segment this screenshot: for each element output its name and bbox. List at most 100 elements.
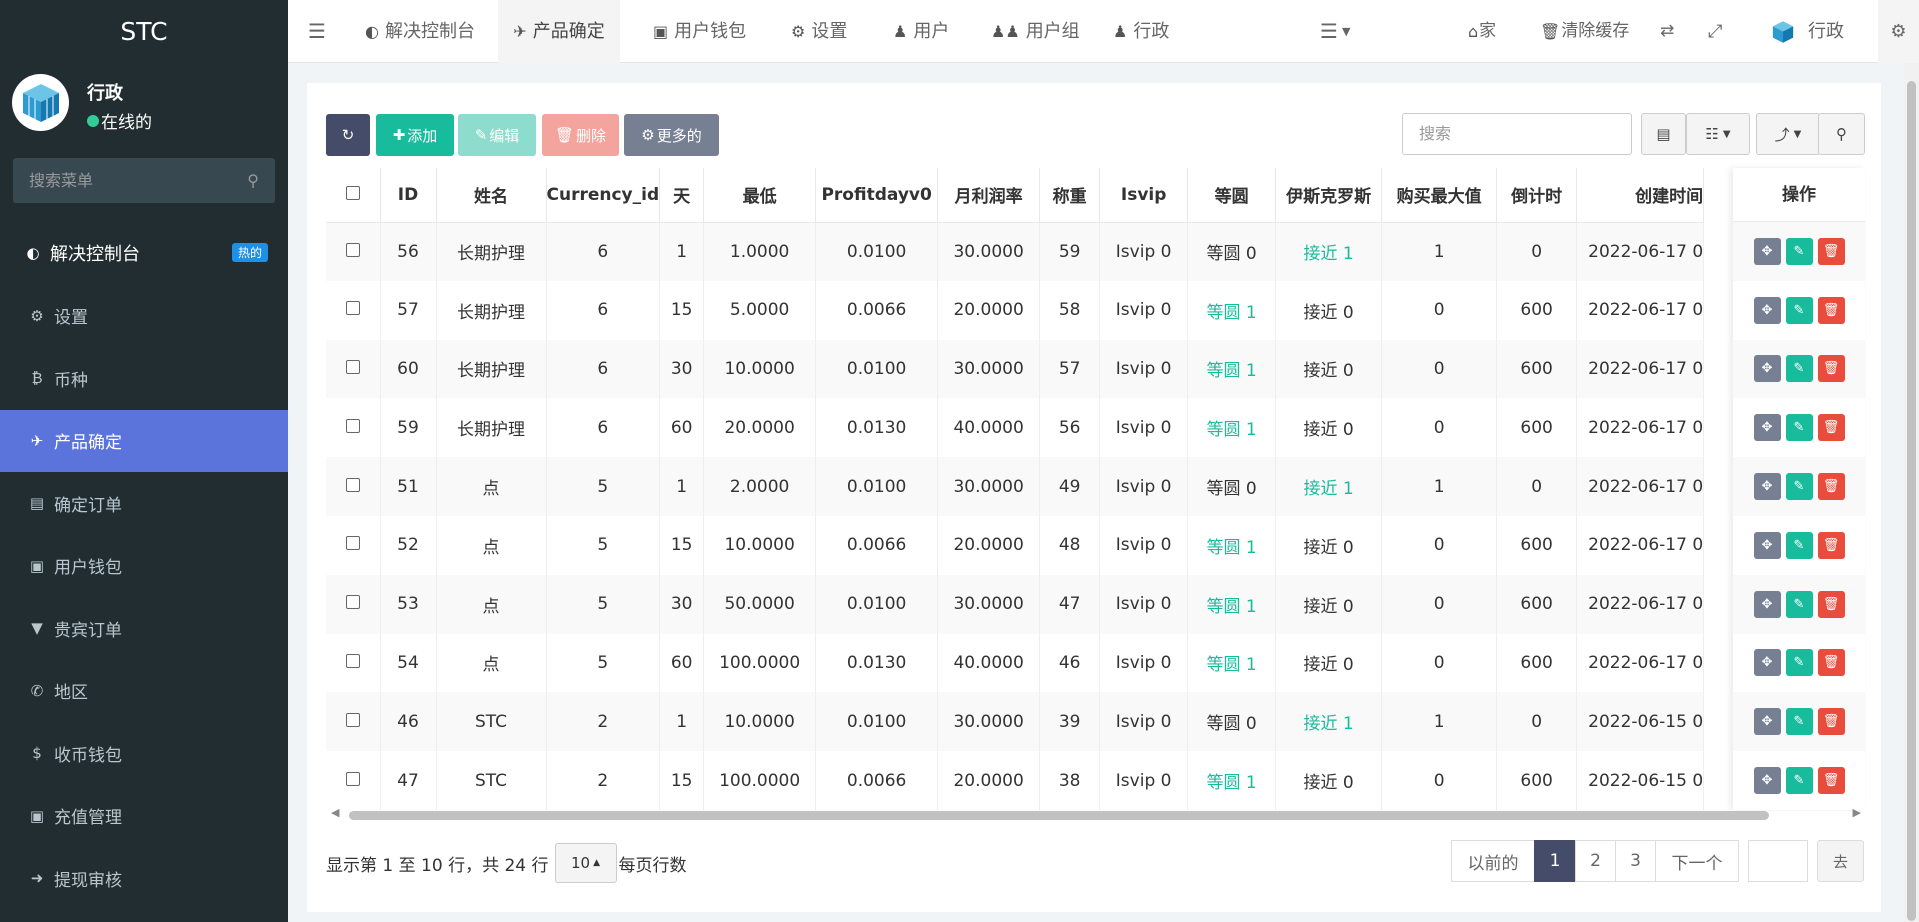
tab-settings[interactable]: ⚙ 设置 [791,0,847,63]
page-button[interactable]: 3 [1615,840,1656,882]
checkbox[interactable] [345,301,360,316]
edit-pencil-icon[interactable]: ✎ [1785,767,1813,795]
table-row[interactable]: 52 点 5 15 10.0000 0.0066 20.0000 48 Isvip 0 等圆 1接… [326,515,1705,575]
more-button[interactable]: ⚙ 更多的 [624,114,719,156]
horizontal-scrollbar[interactable]: ◀ ▶ [331,806,1861,822]
drag-move-icon[interactable]: ✥ [1753,531,1781,559]
drag-move-icon[interactable]: ✥ [1753,414,1781,442]
drag-move-icon[interactable]: ✥ [1753,296,1781,324]
edit-pencil-icon[interactable]: ✎ [1785,355,1813,383]
table-search-input[interactable]: 搜索 [1402,113,1632,155]
checkbox[interactable] [345,595,360,610]
column-header[interactable]: 天 [659,168,705,223]
sidebar-item-product[interactable]: ✈ 产品确定 [0,409,288,472]
toggle-view-button[interactable]: ▤ [1641,113,1686,155]
table-row[interactable]: 53 点 5 30 50.0000 0.0100 30.0000 47 Isvip 0 等圆 1接… [326,574,1705,634]
row-checkbox-cell[interactable] [326,280,381,340]
row-checkbox-cell[interactable] [326,751,381,810]
checkbox[interactable] [345,771,360,786]
next-page-button[interactable]: 下一个 [1655,840,1739,882]
edit-pencil-icon[interactable]: ✎ [1785,414,1813,442]
edit-button[interactable]: ✎ 编辑 [458,114,536,156]
vertical-scrollbar[interactable] [1904,63,1919,922]
delete-trash-icon[interactable]: 🗑 [1817,708,1845,736]
checkbox[interactable] [345,536,360,551]
edit-pencil-icon[interactable]: ✎ [1785,473,1813,501]
table-row[interactable]: 46 STC 2 1 10.0000 0.0100 30.0000 39 Isvip 0 等圆 0… [326,692,1705,752]
fullscreen-icon[interactable]: ⤢ [1708,0,1722,63]
table-row[interactable]: 59 长期护理 6 60 20.0000 0.0130 40.0000 56 Isvip 0 等圆… [326,398,1705,458]
sidebar-item-user-wallet[interactable]: ▣ 用户钱包 [0,535,288,598]
tab-dashboard[interactable]: ◐ 解决控制台 [365,0,490,63]
edit-pencil-icon[interactable]: ✎ [1785,237,1813,265]
table-row[interactable]: 47 STC 2 15 100.0000 0.0066 20.0000 38 Isvip 0 等圆… [326,751,1705,810]
sidebar-item-recharge[interactable]: ▣ 充值管理 [0,785,288,848]
drag-move-icon[interactable]: ✥ [1753,473,1781,501]
tab-user[interactable]: ♟ 用户 [893,0,949,63]
more-tabs-dropdown[interactable]: ☰ ▼ [1320,0,1350,63]
column-header[interactable]: 创建时间 [1576,168,1705,223]
row-checkbox-cell[interactable] [326,574,381,634]
columns-dropdown[interactable]: ☷ ▼ [1686,113,1750,155]
search-button[interactable]: ⚲ [1818,113,1865,155]
tab-user-group[interactable]: ♟♟ 用户组 [991,0,1080,63]
column-header[interactable]: 称重 [1039,168,1101,223]
drag-move-icon[interactable]: ✥ [1753,708,1781,736]
row-checkbox-cell[interactable] [326,692,381,752]
drag-move-icon[interactable]: ✥ [1753,237,1781,265]
row-checkbox-cell[interactable] [326,222,381,281]
checkbox[interactable] [345,242,360,257]
checkbox[interactable] [345,418,360,433]
drag-move-icon[interactable]: ✥ [1753,767,1781,795]
sidebar-item-vip-orders[interactable]: ▼ 贵宾订单 [0,597,288,660]
sidebar-item-dashboard[interactable]: ◐ 解决控制台 热的 [0,222,288,285]
delete-trash-icon[interactable]: 🗑 [1817,590,1845,618]
edit-pencil-icon[interactable]: ✎ [1785,531,1813,559]
column-header[interactable]: 倒计时 [1496,168,1578,223]
row-checkbox-cell[interactable] [326,339,381,399]
page-button[interactable]: 1 [1534,840,1576,882]
checkbox[interactable] [345,712,360,727]
admin-menu[interactable]: 行政 [1770,0,1844,63]
column-header[interactable]: 伊斯克罗斯 [1275,168,1383,223]
edit-pencil-icon[interactable]: ✎ [1785,649,1813,677]
scroll-right-icon[interactable]: ▶ [1853,806,1861,819]
delete-button[interactable]: 🗑 删除 [542,114,619,156]
clear-cache-button[interactable]: 🗑 清除缓存 [1540,0,1629,63]
delete-trash-icon[interactable]: 🗑 [1817,237,1845,265]
export-dropdown[interactable]: ⤴ ▼ [1756,113,1820,155]
row-checkbox-cell[interactable] [326,515,381,575]
column-header[interactable]: Profitdayv0 [815,168,939,223]
column-header[interactable]: Currency_id [546,168,661,223]
drag-move-icon[interactable]: ✥ [1753,355,1781,383]
sidebar-item-settings[interactable]: ⚙ 设置 [0,285,288,348]
drag-move-icon[interactable]: ✥ [1753,590,1781,618]
sidebar-item-withdraw[interactable]: ➜ 提现审核 [0,847,288,910]
goto-page-button[interactable]: 去 [1817,840,1864,882]
delete-trash-icon[interactable]: 🗑 [1817,296,1845,324]
column-header[interactable]: ID [380,168,437,223]
search-icon[interactable]: ⚲ [247,158,259,203]
checkbox[interactable] [345,185,360,200]
row-checkbox-cell[interactable] [326,398,381,458]
translate-icon[interactable]: ⇄ [1660,0,1674,63]
column-header[interactable]: 最低 [703,168,817,223]
page-size-dropdown[interactable]: 10 ▲ [554,843,617,883]
delete-trash-icon[interactable]: 🗑 [1817,649,1845,677]
table-row[interactable]: 56 长期护理 6 1 1.0000 0.0100 30.0000 59 Isvip 0 等圆 0… [326,222,1705,281]
goto-page-input[interactable] [1748,840,1808,882]
delete-trash-icon[interactable]: 🗑 [1817,531,1845,559]
table-row[interactable]: 54 点 5 60 100.0000 0.0130 40.0000 46 Isvip 0 等圆 1… [326,633,1705,693]
column-header[interactable]: 姓名 [436,168,547,223]
table-row[interactable]: 51 点 5 1 2.0000 0.0100 30.0000 49 Isvip 0 等圆 0 接近 … [326,457,1705,516]
edit-pencil-icon[interactable]: ✎ [1785,708,1813,736]
delete-trash-icon[interactable]: 🗑 [1817,414,1845,442]
refresh-button[interactable]: ↻ [326,114,370,156]
checkbox[interactable] [345,653,360,668]
sidebar-item-orders[interactable]: ▤ 确定订单 [0,472,288,535]
drag-move-icon[interactable]: ✥ [1753,649,1781,677]
sidebar-item-currency[interactable]: ₿ 币种 [0,347,288,410]
column-header[interactable]: 购买最大值 [1381,168,1498,223]
menu-toggle-icon[interactable]: ☰ [308,0,326,63]
add-button[interactable]: ✚ 添加 [376,114,454,156]
